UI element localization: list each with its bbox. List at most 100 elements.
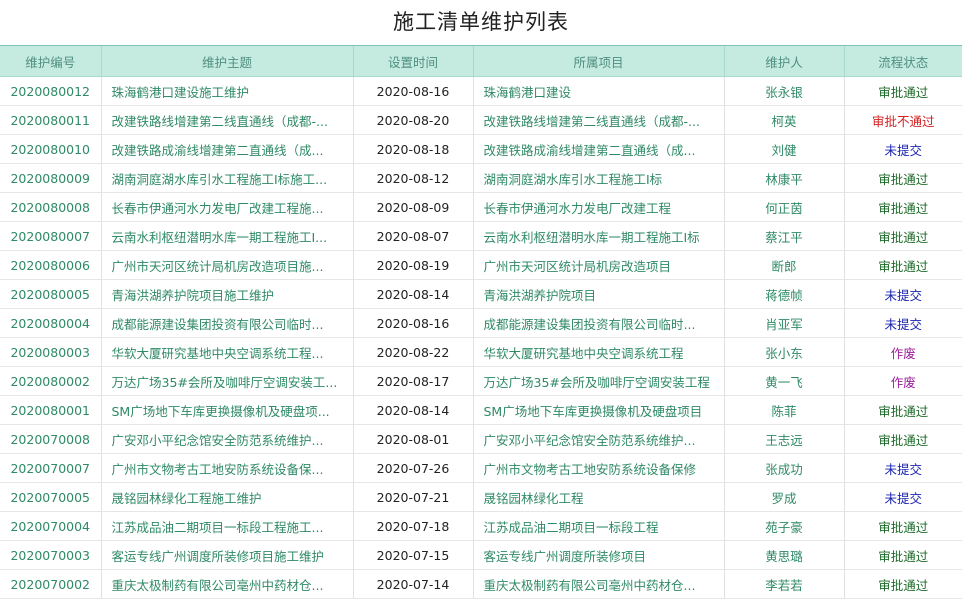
cell-project[interactable]: 长春市伊通河水力发电厂改建工程 — [473, 192, 725, 222]
cell-id: 2020080005 — [0, 279, 102, 309]
cell-project[interactable]: 重庆太极制药有限公司亳州中药材仓... — [473, 569, 725, 599]
table-row[interactable]: 2020080010 改建铁路成渝线增建第二直通线（成... 2020-08-18 改… — [0, 134, 962, 164]
cell-date: 2020-08-01 — [353, 424, 474, 454]
cell-person: 蒋德帧 — [724, 279, 845, 309]
cell-project[interactable]: 广州市天河区统计局机房改造项目 — [473, 250, 725, 280]
cell-date: 2020-07-14 — [353, 569, 474, 599]
cell-project[interactable]: 客运专线广州调度所装修项目 — [473, 540, 725, 570]
cell-subject[interactable]: 广州市天河区统计局机房改造项目施... — [101, 250, 354, 280]
cell-status: 作废 — [844, 337, 962, 367]
cell-date: 2020-08-09 — [353, 192, 474, 222]
cell-id: 2020080012 — [0, 76, 102, 106]
maintenance-table: 维护编号 维护主题 设置时间 所属项目 维护人 流程状态 2020080012 珠… — [0, 46, 962, 599]
cell-project[interactable]: 广州市文物考古工地安防系统设备保修 — [473, 453, 725, 483]
table-row[interactable]: 2020070005 晟铭园林绿化工程施工维护 2020-07-21 晟铭园林绿化工程… — [0, 482, 962, 512]
cell-id: 2020070002 — [0, 569, 102, 599]
table-row[interactable]: 2020080006 广州市天河区统计局机房改造项目施... 2020-08-19 广… — [0, 250, 962, 280]
table-body: 2020080012 珠海鹤港口建设施工维护 2020-08-16 珠海鹤港口建设 张永… — [0, 76, 962, 599]
header-status[interactable]: 流程状态 — [844, 46, 962, 77]
table-row[interactable]: 2020080002 万达广场35#会所及咖啡厅空调安装工... 2020-08-1… — [0, 366, 962, 396]
cell-person: 黄思璐 — [724, 540, 845, 570]
cell-date: 2020-08-17 — [353, 366, 474, 396]
cell-subject[interactable]: 华软大厦研究基地中央空调系统工程... — [101, 337, 354, 367]
cell-project[interactable]: 湖南洞庭湖水库引水工程施工I标 — [473, 163, 725, 193]
cell-project[interactable]: 江苏成品油二期项目一标段工程 — [473, 511, 725, 541]
cell-subject[interactable]: 珠海鹤港口建设施工维护 — [101, 76, 354, 106]
cell-subject[interactable]: 广州市文物考古工地安防系统设备保... — [101, 453, 354, 483]
cell-subject[interactable]: 江苏成品油二期项目一标段工程施工... — [101, 511, 354, 541]
cell-subject[interactable]: 重庆太极制药有限公司亳州中药材仓... — [101, 569, 354, 599]
cell-id: 2020080009 — [0, 163, 102, 193]
cell-id: 2020080011 — [0, 105, 102, 135]
cell-subject[interactable]: 湖南洞庭湖水库引水工程施工I标施工... — [101, 163, 354, 193]
cell-id: 2020070005 — [0, 482, 102, 512]
cell-project[interactable]: 万达广场35#会所及咖啡厅空调安装工程 — [473, 366, 725, 396]
cell-subject[interactable]: 青海洪湖养护院项目施工维护 — [101, 279, 354, 309]
table-row[interactable]: 2020070008 广安邓小平纪念馆安全防范系统维护... 2020-08-01 广… — [0, 424, 962, 454]
cell-date: 2020-08-19 — [353, 250, 474, 280]
header-project[interactable]: 所属项目 — [473, 46, 725, 77]
cell-subject[interactable]: 客运专线广州调度所装修项目施工维护 — [101, 540, 354, 570]
cell-id: 2020080001 — [0, 395, 102, 425]
cell-subject[interactable]: 云南水利枢纽潜明水库一期工程施工I... — [101, 221, 354, 251]
header-date[interactable]: 设置时间 — [353, 46, 474, 77]
cell-id: 2020080010 — [0, 134, 102, 164]
header-subject[interactable]: 维护主题 — [101, 46, 354, 77]
cell-project[interactable]: 晟铭园林绿化工程 — [473, 482, 725, 512]
cell-subject[interactable]: 改建铁路线增建第二线直通线（成都-... — [101, 105, 354, 135]
cell-id: 2020080007 — [0, 221, 102, 251]
table-row[interactable]: 2020080007 云南水利枢纽潜明水库一期工程施工I... 2020-08-07… — [0, 221, 962, 251]
table-row[interactable]: 2020080005 青海洪湖养护院项目施工维护 2020-08-14 青海洪湖养护院… — [0, 279, 962, 309]
table-row[interactable]: 2020070003 客运专线广州调度所装修项目施工维护 2020-07-15 客运专… — [0, 540, 962, 570]
cell-project[interactable]: 云南水利枢纽潜明水库一期工程施工I标 — [473, 221, 725, 251]
cell-person: 王志远 — [724, 424, 845, 454]
cell-id: 2020080008 — [0, 192, 102, 222]
header-person[interactable]: 维护人 — [724, 46, 845, 77]
cell-project[interactable]: 华软大厦研究基地中央空调系统工程 — [473, 337, 725, 367]
cell-date: 2020-07-26 — [353, 453, 474, 483]
cell-subject[interactable]: 万达广场35#会所及咖啡厅空调安装工... — [101, 366, 354, 396]
cell-project[interactable]: 成都能源建设集团投资有限公司临时... — [473, 308, 725, 338]
cell-id: 2020080002 — [0, 366, 102, 396]
cell-person: 陈菲 — [724, 395, 845, 425]
page-title: 施工清单维护列表 — [0, 0, 962, 46]
table-row[interactable]: 2020070007 广州市文物考古工地安防系统设备保... 2020-07-26 广… — [0, 453, 962, 483]
cell-project[interactable]: SM广场地下车库更换摄像机及硬盘项目 — [473, 395, 725, 425]
table-row[interactable]: 2020080011 改建铁路线增建第二线直通线（成都-... 2020-08-20… — [0, 105, 962, 135]
cell-subject[interactable]: 长春市伊通河水力发电厂改建工程施... — [101, 192, 354, 222]
table-row[interactable]: 2020070002 重庆太极制药有限公司亳州中药材仓... 2020-07-14 重… — [0, 569, 962, 599]
table-row[interactable]: 2020080009 湖南洞庭湖水库引水工程施工I标施工... 2020-08-12… — [0, 163, 962, 193]
cell-subject[interactable]: 广安邓小平纪念馆安全防范系统维护... — [101, 424, 354, 454]
cell-date: 2020-08-07 — [353, 221, 474, 251]
cell-subject[interactable]: 改建铁路成渝线增建第二直通线（成... — [101, 134, 354, 164]
cell-project[interactable]: 改建铁路成渝线增建第二直通线（成... — [473, 134, 725, 164]
cell-project[interactable]: 珠海鹤港口建设 — [473, 76, 725, 106]
table-row[interactable]: 2020080008 长春市伊通河水力发电厂改建工程施... 2020-08-09 长… — [0, 192, 962, 222]
table-row[interactable]: 2020080012 珠海鹤港口建设施工维护 2020-08-16 珠海鹤港口建设 张永… — [0, 76, 962, 106]
cell-person: 何正茵 — [724, 192, 845, 222]
header-id[interactable]: 维护编号 — [0, 46, 102, 77]
table-row[interactable]: 2020080001 SM广场地下车库更换摄像机及硬盘项... 2020-08-14… — [0, 395, 962, 425]
cell-project[interactable]: 青海洪湖养护院项目 — [473, 279, 725, 309]
cell-date: 2020-07-21 — [353, 482, 474, 512]
cell-subject[interactable]: 晟铭园林绿化工程施工维护 — [101, 482, 354, 512]
cell-status: 审批通过 — [844, 250, 962, 280]
table-row[interactable]: 2020080003 华软大厦研究基地中央空调系统工程... 2020-08-22 华… — [0, 337, 962, 367]
cell-person: 李若若 — [724, 569, 845, 599]
cell-date: 2020-08-20 — [353, 105, 474, 135]
cell-date: 2020-08-16 — [353, 308, 474, 338]
cell-subject[interactable]: SM广场地下车库更换摄像机及硬盘项... — [101, 395, 354, 425]
table-header: 维护编号 维护主题 设置时间 所属项目 维护人 流程状态 — [0, 46, 962, 77]
cell-subject[interactable]: 成都能源建设集团投资有限公司临时... — [101, 308, 354, 338]
cell-status: 审批通过 — [844, 569, 962, 599]
cell-status: 作废 — [844, 366, 962, 396]
cell-id: 2020070008 — [0, 424, 102, 454]
cell-person: 柯英 — [724, 105, 845, 135]
cell-project[interactable]: 改建铁路线增建第二线直通线（成都-... — [473, 105, 725, 135]
table-row[interactable]: 2020070004 江苏成品油二期项目一标段工程施工... 2020-07-18 江… — [0, 511, 962, 541]
cell-person: 苑子豪 — [724, 511, 845, 541]
table-row[interactable]: 2020080004 成都能源建设集团投资有限公司临时... 2020-08-16 成… — [0, 308, 962, 338]
cell-person: 张永银 — [724, 76, 845, 106]
cell-date: 2020-08-18 — [353, 134, 474, 164]
cell-project[interactable]: 广安邓小平纪念馆安全防范系统维护... — [473, 424, 725, 454]
